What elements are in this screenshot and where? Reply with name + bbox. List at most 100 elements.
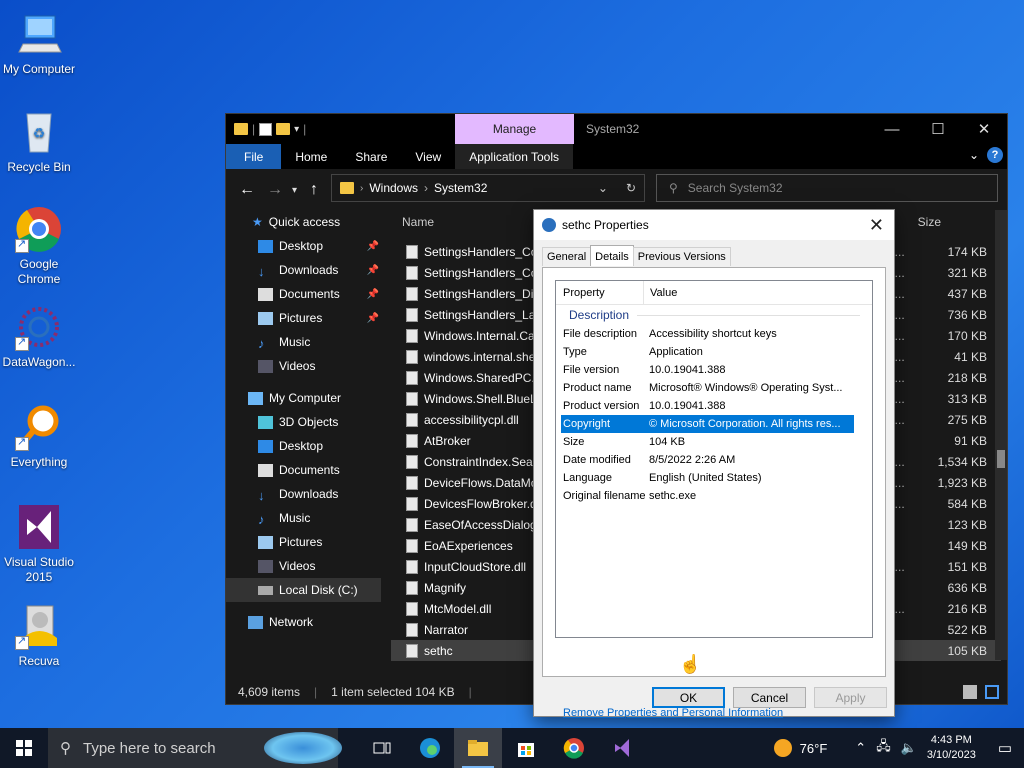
help-icon[interactable]: ?	[987, 147, 1003, 163]
customize-toolbar-icon[interactable]: ▾	[294, 124, 299, 135]
desktop-icon-google-chrome[interactable]: Google Chrome	[0, 205, 78, 287]
tab-file[interactable]: File	[226, 144, 282, 169]
nav-item-downloads[interactable]: ↓ Downloads	[226, 482, 381, 506]
desktop-icon-recuva[interactable]: Recuva	[0, 602, 78, 669]
close-icon[interactable]: ✕	[869, 215, 884, 236]
property-row[interactable]: Product name Microsoft® Windows® Operatin…	[561, 379, 854, 397]
tab-application-tools[interactable]: Application Tools	[455, 144, 574, 169]
nav-item-local-disk[interactable]: Local Disk (C:)	[226, 578, 381, 602]
title-bar[interactable]: | ▾ | Manage System32 — ☐ ✕	[226, 114, 1007, 144]
property-row[interactable]: Product version 10.0.19041.388	[561, 397, 854, 415]
nav-item-documents[interactable]: Documents 📌	[226, 282, 381, 306]
recent-locations-icon[interactable]: ▾	[292, 185, 297, 196]
refresh-icon[interactable]: ↻	[626, 181, 636, 195]
nav-item-desktop[interactable]: Desktop 📌	[226, 234, 381, 258]
clock[interactable]: 4:43 PM 3/10/2023	[927, 733, 976, 763]
back-arrow-icon[interactable]: ←	[236, 181, 258, 199]
show-hidden-icons-icon[interactable]: ⌃	[855, 740, 866, 756]
forward-arrow-icon[interactable]: →	[264, 181, 286, 199]
property-row[interactable]: File description Accessibility shortcut k…	[561, 325, 854, 343]
folder-icon[interactable]	[234, 123, 248, 135]
nav-item-pictures[interactable]: Pictures 📌	[226, 306, 381, 330]
nav-item-desktop[interactable]: Desktop	[226, 434, 381, 458]
column-property[interactable]: Property	[556, 280, 644, 305]
property-row[interactable]: Original filename sethc.exe	[561, 487, 854, 505]
details-view-icon[interactable]	[963, 685, 977, 699]
file-explorer-taskbar-icon[interactable]	[454, 728, 502, 768]
pin-icon[interactable]: 📌	[367, 313, 379, 324]
nav-network[interactable]: Network	[226, 610, 381, 634]
shortcut-arrow-icon	[15, 634, 29, 650]
minimize-icon[interactable]: —	[869, 114, 915, 144]
manage-tab[interactable]: Manage	[455, 114, 574, 144]
desktop-icon-my-computer[interactable]: My Computer	[0, 10, 78, 77]
nav-item-videos[interactable]: Videos	[226, 554, 381, 578]
network-tray-icon[interactable]: 🖧	[876, 737, 891, 759]
weather-sun-icon[interactable]	[773, 739, 792, 757]
notifications-icon[interactable]: ▭	[998, 739, 1012, 757]
desktop-icon-everything[interactable]: Everything	[0, 403, 78, 470]
nav-item-music[interactable]: ♪ Music	[226, 330, 381, 354]
tab-general[interactable]: General	[542, 247, 592, 266]
nav-item-pictures[interactable]: Pictures	[226, 530, 381, 554]
nav-item-music[interactable]: ♪ Music	[226, 506, 381, 530]
nav-item-3d-objects[interactable]: 3D Objects	[226, 410, 381, 434]
file-size: 105 KB	[947, 643, 987, 658]
nav-item-downloads[interactable]: ↓ Downloads 📌	[226, 258, 381, 282]
pin-icon[interactable]: 📌	[367, 241, 379, 252]
cancel-button[interactable]: Cancel	[733, 687, 806, 708]
property-row[interactable]: Copyright © Microsoft Corporation. All ri…	[561, 415, 854, 433]
task-view-icon[interactable]	[358, 728, 406, 768]
property-row[interactable]: Type Application	[561, 343, 854, 361]
address-dropdown-icon[interactable]: ⌄	[598, 181, 608, 195]
search-input[interactable]: ⚲ Search System32	[656, 174, 998, 202]
properties-icon[interactable]	[259, 122, 273, 136]
edge-icon[interactable]	[406, 728, 454, 768]
tab-view[interactable]: View	[401, 144, 455, 169]
property-row[interactable]: Language English (United States)	[561, 469, 854, 487]
new-folder-icon[interactable]	[276, 123, 291, 135]
desktop-icon-datawagon[interactable]: DataWagon...	[0, 303, 78, 370]
scrollbar-thumb[interactable]	[997, 450, 1005, 468]
nav-my-computer[interactable]: My Computer	[226, 386, 381, 410]
tab-home[interactable]: Home	[281, 144, 341, 169]
pin-icon[interactable]: 📌	[367, 289, 379, 300]
volume-icon[interactable]: 🔈	[901, 740, 917, 756]
property-row[interactable]: File version 10.0.19041.388	[561, 361, 854, 379]
vertical-scrollbar[interactable]	[995, 210, 1007, 660]
expand-ribbon-icon[interactable]: ⌄	[969, 148, 979, 162]
properties-list[interactable]: Property Value Description File descript…	[555, 280, 873, 638]
pin-icon[interactable]: 📌	[367, 265, 379, 276]
column-size[interactable]: Size	[918, 215, 941, 229]
tab-share[interactable]: Share	[341, 144, 401, 169]
desktop-icon-visual-studio[interactable]: Visual Studio 2015	[0, 503, 78, 585]
microsoft-store-icon[interactable]	[502, 728, 550, 768]
ok-button[interactable]: OK	[652, 687, 725, 708]
nav-quick-access[interactable]: ★ Quick access	[226, 210, 381, 234]
address-bar[interactable]: › Windows › System32 ⌄ ↻	[331, 174, 645, 202]
tab-previous-versions[interactable]: Previous Versions	[632, 247, 731, 266]
column-value[interactable]: Value	[644, 287, 677, 299]
nav-item-documents[interactable]: Documents	[226, 458, 381, 482]
dialog-title-bar[interactable]: sethc Properties ✕	[534, 210, 894, 240]
maximize-icon[interactable]: ☐	[915, 114, 961, 144]
properties-dialog[interactable]: sethc Properties ✕ General Details Previ…	[533, 209, 895, 719]
property-row[interactable]: Size 104 KB	[561, 433, 854, 451]
breadcrumb-windows[interactable]: Windows	[369, 181, 418, 195]
column-name[interactable]: Name	[402, 215, 434, 229]
property-row[interactable]: Date modified 8/5/2022 2:26 AM	[561, 451, 854, 469]
chrome-taskbar-icon[interactable]	[550, 728, 598, 768]
visual-studio-taskbar-icon[interactable]	[598, 728, 646, 768]
start-button[interactable]	[0, 728, 48, 768]
desktop-icon-recycle-bin[interactable]: ♻ Recycle Bin	[0, 108, 78, 175]
remove-properties-link[interactable]: Remove Properties and Personal Informati…	[563, 707, 783, 719]
up-arrow-icon[interactable]: ↑	[303, 181, 325, 199]
nav-item-videos[interactable]: Videos	[226, 354, 381, 378]
close-icon[interactable]: ✕	[961, 114, 1007, 144]
large-icons-view-icon[interactable]	[985, 685, 999, 699]
weather-temp[interactable]: 76°F	[800, 741, 828, 756]
breadcrumb-system32[interactable]: System32	[434, 181, 487, 195]
tab-details[interactable]: Details	[590, 245, 634, 266]
taskbar-search[interactable]: ⚲ Type here to search	[48, 728, 342, 768]
apply-button[interactable]: Apply	[814, 687, 887, 708]
